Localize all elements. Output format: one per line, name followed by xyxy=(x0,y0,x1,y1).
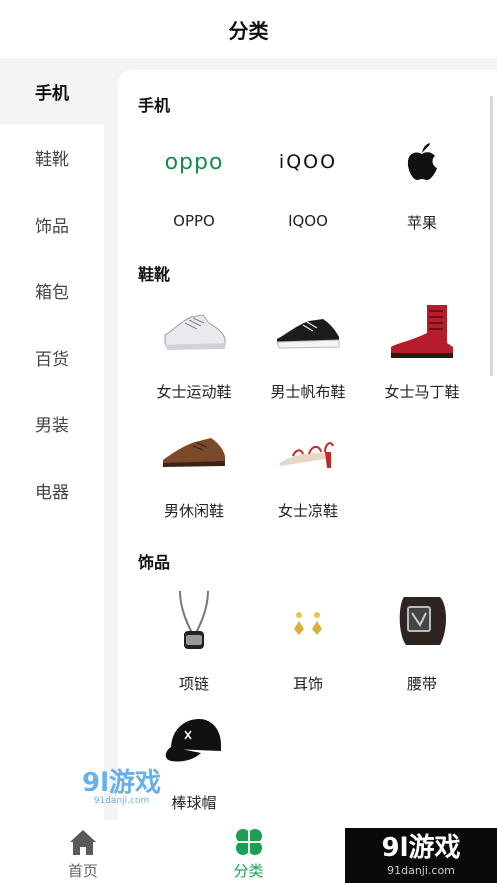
casual-shoe-icon xyxy=(154,422,234,478)
item-belt[interactable]: 腰带 xyxy=(365,591,479,694)
clover-icon xyxy=(235,829,262,855)
necklace-icon xyxy=(154,591,234,651)
item-label: IQOO xyxy=(288,212,328,230)
section-title-shoes: 鞋靴 xyxy=(138,265,171,284)
home-icon xyxy=(69,830,96,855)
item-label: 耳饰 xyxy=(292,675,323,693)
sidebar-item-phones[interactable]: 手机 xyxy=(0,58,104,125)
page-header: 分类 xyxy=(0,0,497,58)
tab-category[interactable]: 分类 xyxy=(166,820,332,883)
canvas-shoe-icon xyxy=(268,303,348,359)
page-title: 分类 xyxy=(228,18,269,43)
item-label: 女士凉鞋 xyxy=(277,502,338,520)
sidebar-item-shoes[interactable]: 鞋靴 xyxy=(0,125,104,192)
item-apple[interactable]: 苹果 xyxy=(365,134,479,233)
item-label: 男士帆布鞋 xyxy=(270,383,346,401)
sidebar-item-bags[interactable]: 箱包 xyxy=(0,258,104,325)
item-earrings[interactable]: 耳饰 xyxy=(251,591,365,694)
item-label: OPPO xyxy=(173,212,215,230)
sneaker-icon xyxy=(154,303,234,359)
item-womens-martin-boots[interactable]: 女士马丁鞋 xyxy=(365,303,479,402)
earrings-icon xyxy=(268,591,348,651)
category-content: 手机 oppo OPPO iQOO IQOO 苹果 鞋靴 女士运动鞋 男士帆布鞋… xyxy=(118,70,497,820)
item-label: 女士马丁鞋 xyxy=(384,383,460,401)
item-label: 女士运动鞋 xyxy=(156,383,232,401)
watermark-url: 91danji.com xyxy=(387,863,455,877)
sidebar-item-appliances[interactable]: 电器 xyxy=(0,457,104,524)
watermark-text: 9l游戏 xyxy=(381,832,461,863)
item-mens-canvas-shoes[interactable]: 男士帆布鞋 xyxy=(251,303,365,402)
category-sidebar: 手机 鞋靴 饰品 箱包 百货 男装 电器 xyxy=(0,58,104,820)
sidebar-item-general-goods[interactable]: 百货 xyxy=(0,324,104,391)
sidebar-item-accessories[interactable]: 饰品 xyxy=(0,191,104,258)
scrollbar[interactable] xyxy=(490,96,493,376)
tab-label: 首页 xyxy=(67,862,98,880)
section-title-accessories: 饰品 xyxy=(138,553,171,572)
item-label: 男休闲鞋 xyxy=(163,502,224,520)
item-label: 项链 xyxy=(178,675,209,693)
watermark-logo: 9l游戏 91danji.com xyxy=(82,770,161,806)
item-iqoo[interactable]: iQOO IQOO xyxy=(251,134,365,230)
watermark-text: 9l游戏 xyxy=(82,768,162,798)
item-womens-sneakers[interactable]: 女士运动鞋 xyxy=(137,303,251,402)
item-label: 棒球帽 xyxy=(171,794,217,812)
apple-logo-icon xyxy=(382,134,462,190)
sandal-icon xyxy=(268,422,348,478)
belt-icon xyxy=(382,591,462,651)
item-label: 腰带 xyxy=(406,675,437,693)
item-oppo[interactable]: oppo OPPO xyxy=(137,134,251,231)
item-womens-sandals[interactable]: 女士凉鞋 xyxy=(251,422,365,521)
watermark-url: 91danji.com xyxy=(93,796,150,806)
item-mens-casual-shoes[interactable]: 男休闲鞋 xyxy=(137,422,251,521)
item-necklace[interactable]: 项链 xyxy=(137,591,251,694)
tab-home[interactable]: 首页 xyxy=(0,820,166,883)
oppo-logo: oppo xyxy=(164,149,224,175)
martin-boot-icon xyxy=(382,303,462,359)
iqoo-logo: iQOO xyxy=(278,151,338,173)
baseball-cap-icon xyxy=(154,710,234,770)
tab-label: 分类 xyxy=(233,862,264,880)
sidebar-item-menswear[interactable]: 男装 xyxy=(0,391,104,458)
watermark-badge: 9l游戏 91danji.com xyxy=(345,828,497,883)
section-title-phones: 手机 xyxy=(138,96,171,115)
item-label: 苹果 xyxy=(406,214,437,232)
